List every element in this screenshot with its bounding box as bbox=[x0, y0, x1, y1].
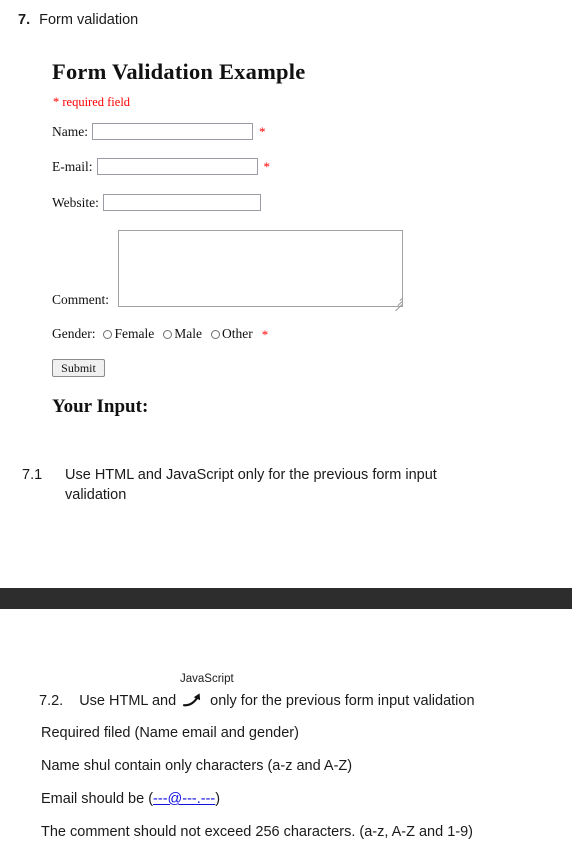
list-item-7-1: 7.1 Use HTML and JavaScript only for the… bbox=[22, 465, 522, 505]
requirement-line-3-text-after: ) bbox=[215, 791, 221, 807]
gender-option-female-label: Female bbox=[114, 326, 155, 341]
gender-required-star: * bbox=[261, 326, 269, 342]
website-input[interactable] bbox=[102, 194, 261, 211]
radio-button-icon[interactable] bbox=[103, 329, 113, 339]
requirement-line-4: The comment should not exceed 256 charac… bbox=[41, 824, 473, 840]
email-field-row: E-mail: * bbox=[52, 158, 270, 175]
radio-button-icon[interactable] bbox=[210, 329, 220, 339]
comment-field-label: Comment: bbox=[52, 292, 109, 307]
list-item-7-1-number: 7.1 bbox=[22, 467, 43, 483]
submit-button[interactable]: Submit bbox=[52, 359, 105, 377]
heading-number: 7. bbox=[18, 12, 31, 28]
list-item-7-2-number: 7.2. bbox=[39, 693, 64, 709]
name-required-star: * bbox=[259, 124, 266, 139]
list-item-7-2-text-before: Use HTML and bbox=[79, 693, 177, 709]
name-field-label: Name: bbox=[52, 123, 88, 139]
requirement-line-2: Name shul contain only characters (a-z a… bbox=[41, 758, 353, 774]
gender-field-label: Gender: bbox=[52, 326, 96, 341]
javascript-callout-label: JavaScript bbox=[180, 673, 234, 685]
gender-field-row: Gender: Female Male Other * bbox=[52, 326, 268, 342]
gender-option-other[interactable]: Other bbox=[210, 326, 253, 342]
document-heading: 7. Form validation bbox=[18, 10, 138, 30]
gender-option-male-label: Male bbox=[174, 326, 202, 341]
comment-textarea[interactable] bbox=[118, 230, 403, 307]
email-field-label: E-mail: bbox=[52, 158, 93, 174]
name-field-row: Name: * bbox=[52, 123, 266, 140]
email-pattern-link[interactable]: ---@---.--- bbox=[153, 791, 215, 807]
requirement-line-3: Email should be (---@---.---) bbox=[41, 789, 220, 809]
heading-title: Form validation bbox=[39, 12, 139, 28]
requirement-line-1: Required filed (Name email and gender) bbox=[41, 725, 299, 741]
gender-option-male[interactable]: Male bbox=[163, 326, 202, 342]
list-item-7-1-text: Use HTML and JavaScript only for the pre… bbox=[65, 467, 437, 503]
form-validation-example-screenshot: Form Validation Example * required field… bbox=[0, 46, 572, 436]
your-input-title: Your Input: bbox=[52, 396, 149, 417]
requirement-line-3-text-before: Email should be ( bbox=[41, 791, 154, 807]
email-input[interactable] bbox=[96, 158, 258, 175]
name-input[interactable] bbox=[92, 123, 253, 140]
website-field-row: Website: bbox=[52, 194, 261, 211]
list-item-7-2-text-after: only for the previous form input validat… bbox=[210, 693, 475, 709]
email-required-star: * bbox=[263, 159, 271, 174]
gender-option-female[interactable]: Female bbox=[103, 326, 154, 342]
website-field-label: Website: bbox=[52, 194, 99, 210]
page-separator-band bbox=[0, 588, 572, 609]
required-field-note: * required field bbox=[53, 95, 131, 109]
form-title: Form Validation Example bbox=[52, 59, 306, 84]
arrow-up-right-icon bbox=[182, 692, 204, 707]
radio-button-icon[interactable] bbox=[163, 329, 173, 339]
list-item-7-2: 7.2. Use HTML and only for the previous … bbox=[39, 690, 475, 711]
gender-option-other-label: Other bbox=[221, 326, 253, 341]
